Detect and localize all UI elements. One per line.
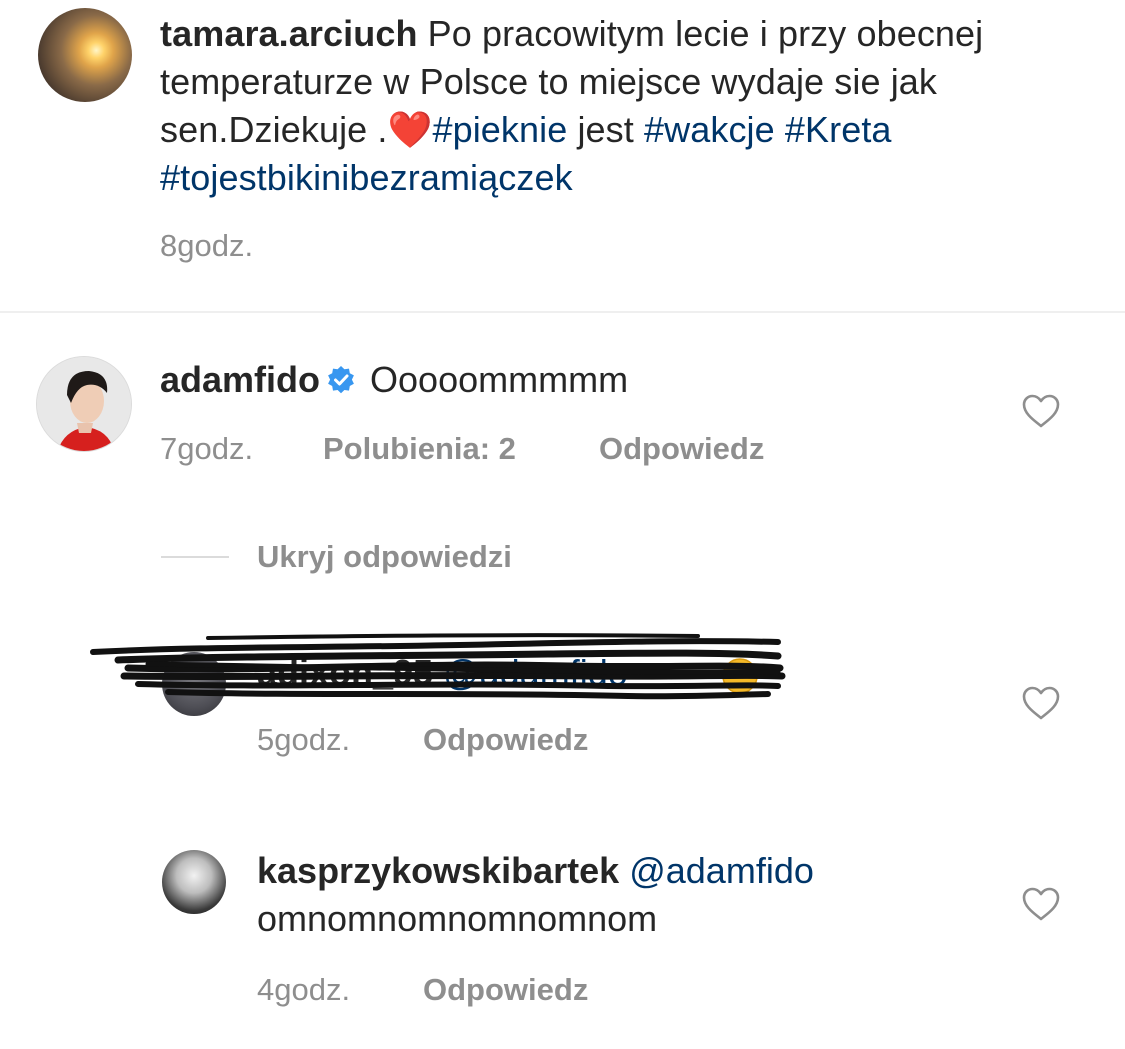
caption-timestamp: 8godz.: [160, 228, 254, 263]
hide-replies-line: [161, 556, 229, 558]
caption-text: tamara.arciuch Po pracowitym lecie i prz…: [160, 10, 1060, 202]
divider: [0, 311, 1125, 313]
reply-timestamp: 5godz.: [257, 722, 351, 757]
reply-reply-button[interactable]: Odpowiedz: [423, 972, 588, 1008]
verified-badge-icon: [328, 366, 354, 394]
hashtag-pieknie[interactable]: #pieknie: [432, 109, 567, 150]
comment-reply-button[interactable]: Odpowiedz: [599, 431, 764, 467]
comment-text: Ooooommmmm: [370, 359, 629, 400]
hashtag-kreta[interactable]: #Kreta: [785, 109, 892, 150]
reply-text: omnomnomnomnomnom: [257, 898, 658, 939]
comment-likes-count[interactable]: Polubienia: 2: [323, 431, 516, 467]
reply-like-heart-icon[interactable]: [1021, 886, 1061, 922]
hashtag-wakcje[interactable]: #wakcje: [644, 109, 775, 150]
hashtag-tojestbikinibezramiaczek[interactable]: #tojestbikinibezramiączek: [160, 157, 573, 198]
caption-body-part2: jest: [567, 109, 644, 150]
reply-timestamp: 4godz.: [257, 972, 351, 1007]
caption-username[interactable]: tamara.arciuch: [160, 13, 418, 54]
comment-like-heart-icon[interactable]: [1021, 393, 1061, 429]
reply-mention[interactable]: @adamfido: [629, 850, 814, 891]
reply-reply-button[interactable]: Odpowiedz: [423, 722, 588, 758]
caption-author-avatar[interactable]: [38, 8, 132, 102]
comment-timestamp: 7godz.: [160, 431, 254, 466]
reply-like-heart-icon[interactable]: [1021, 685, 1061, 721]
hide-replies-button[interactable]: Ukryj odpowiedzi: [257, 539, 512, 575]
reply-author-avatar[interactable]: [162, 850, 226, 914]
scribble-redaction: [90, 633, 786, 700]
reply-username[interactable]: kasprzykowskibartek: [257, 850, 619, 891]
avatar-portrait-icon: [37, 357, 131, 451]
comment-author-avatar[interactable]: [36, 356, 132, 452]
reply-line: kasprzykowskibartek @adamfido: [257, 847, 814, 895]
comment-username[interactable]: adamfido: [160, 359, 320, 400]
comment-line: adamfido Ooooommmmm: [160, 356, 628, 404]
red-heart-emoji-icon: ❤️: [387, 109, 433, 150]
